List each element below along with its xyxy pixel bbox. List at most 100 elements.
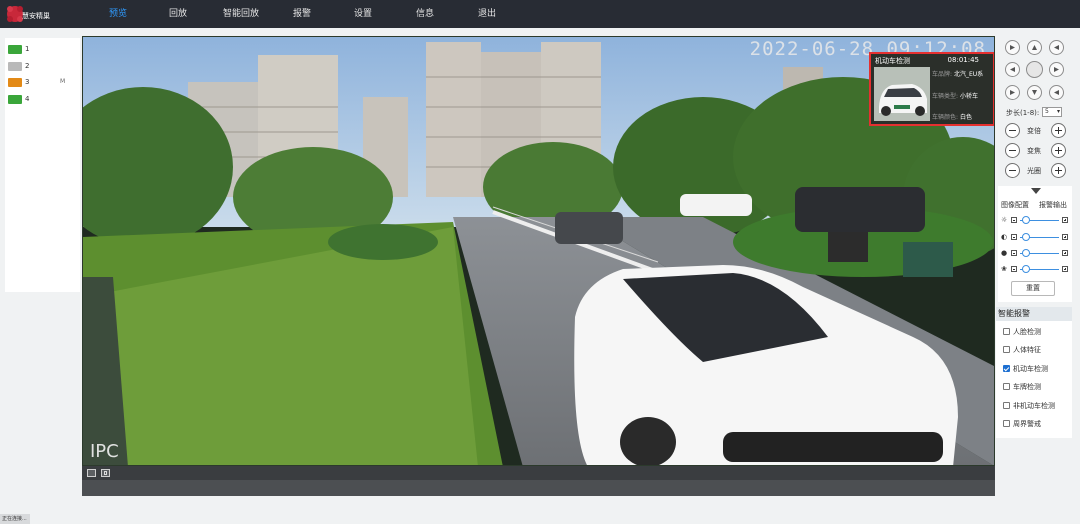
field-value: 白色	[959, 114, 972, 121]
ptz-up-right-icon[interactable]	[1049, 40, 1064, 55]
camera-icon	[8, 45, 22, 54]
brightness-icon: ☼	[1001, 216, 1008, 224]
video-frame	[83, 37, 994, 465]
increase-icon[interactable]	[1062, 266, 1068, 272]
increase-icon[interactable]	[1062, 234, 1068, 240]
nav-alarm[interactable]: 报警	[284, 0, 320, 28]
zoom-out-button[interactable]	[1005, 123, 1020, 138]
checkbox-label: 周界警戒	[1013, 420, 1041, 428]
single-window-icon[interactable]	[87, 469, 96, 477]
collapse-icon[interactable]	[1031, 188, 1041, 194]
ptz-down-left-icon[interactable]	[1005, 85, 1020, 100]
channel-list: 1 2 3 M 4	[5, 38, 80, 292]
brand-name: 慧安精巢	[22, 12, 50, 20]
channel-item[interactable]: 3 M	[8, 77, 78, 89]
live-video[interactable]: 2022-06-28 09:12:08 IPC 机动车检测 08:01:45 车…	[82, 36, 995, 466]
nav-settings[interactable]: 设置	[345, 0, 381, 28]
brand-logo: 慧安精巢	[4, 3, 64, 25]
nav-preview[interactable]: 预览	[100, 0, 136, 28]
focus-control: 变焦	[1005, 143, 1067, 159]
alarm-non-motor-detection[interactable]: 非机动车检测	[1003, 401, 1071, 413]
brightness-slider[interactable]: ☼	[1001, 215, 1071, 225]
step-label: 步长(1-8):	[1006, 109, 1040, 117]
field-value: 北汽_EU系	[953, 71, 984, 78]
channel-item[interactable]: 4	[8, 94, 78, 106]
field-value: 小轿车	[959, 93, 978, 100]
hue-icon: ❀	[1001, 265, 1007, 273]
decrease-icon[interactable]	[1011, 250, 1017, 256]
ptz-left-icon[interactable]	[1005, 62, 1020, 77]
zoom-label: 变倍	[1027, 127, 1041, 135]
slider-knob[interactable]	[1021, 265, 1030, 273]
ptz-up-left-icon[interactable]	[1005, 40, 1020, 55]
camera-icon	[8, 95, 22, 104]
vehicle-detection-box[interactable]: 机动车检测 08:01:45 车品牌: 北汽_EU系 车辆类型: 小轿车 车辆颜…	[869, 52, 994, 126]
channel-item[interactable]: 1	[8, 44, 78, 56]
contrast-slider[interactable]: ◐	[1001, 232, 1071, 242]
checkbox[interactable]	[1003, 346, 1010, 353]
slider-knob[interactable]	[1021, 216, 1030, 224]
channel-number: 1	[25, 45, 30, 53]
channel-number: 3	[25, 78, 30, 86]
checkbox[interactable]	[1003, 420, 1010, 427]
detection-title: 机动车检测	[875, 57, 910, 65]
alarm-perimeter[interactable]: 周界警戒	[1003, 419, 1071, 431]
nav-info[interactable]: 信息	[407, 0, 443, 28]
video-toolbar	[82, 466, 995, 496]
step-select[interactable]: 5	[1042, 107, 1062, 117]
alarm-face-detection[interactable]: 人脸检测	[1003, 327, 1071, 339]
iris-close-button[interactable]	[1005, 163, 1020, 178]
channel-item[interactable]: 2	[8, 61, 78, 73]
field-key: 车辆类型:	[932, 93, 959, 100]
slider-knob[interactable]	[1021, 233, 1030, 241]
checkbox-label: 车牌检测	[1013, 383, 1041, 391]
top-nav-bar: 慧安精巢 预览 回放 智能回放 报警 设置 信息 退出	[0, 0, 1080, 28]
tab-image-config[interactable]: 图像配置	[1001, 200, 1029, 210]
quad-window-icon[interactable]	[101, 469, 110, 477]
focus-far-button[interactable]	[1051, 143, 1066, 158]
checkbox[interactable]	[1003, 328, 1010, 335]
checkbox[interactable]	[1003, 365, 1010, 372]
nav-smart-playback[interactable]: 智能回放	[218, 0, 264, 28]
tab-alarm-output[interactable]: 报警输出	[1039, 200, 1067, 210]
decrease-icon[interactable]	[1011, 234, 1017, 240]
nav-logout[interactable]: 退出	[469, 0, 505, 28]
checkbox-label: 人脸检测	[1013, 328, 1041, 336]
video-toolbar-strip	[82, 466, 995, 480]
saturation-slider[interactable]: ●	[1001, 248, 1071, 258]
slider-knob[interactable]	[1021, 249, 1030, 257]
increase-icon[interactable]	[1062, 217, 1068, 223]
focus-label: 变焦	[1027, 147, 1041, 155]
checkbox[interactable]	[1003, 383, 1010, 390]
ptz-right-icon[interactable]	[1049, 62, 1064, 77]
focus-near-button[interactable]	[1005, 143, 1020, 158]
decrease-icon[interactable]	[1011, 266, 1017, 272]
video-source-label: IPC	[90, 441, 119, 462]
checkbox-label: 人体特征	[1013, 346, 1041, 354]
alarm-vehicle-detection[interactable]: 机动车检测	[1003, 364, 1071, 376]
increase-icon[interactable]	[1062, 250, 1068, 256]
status-bar: 正在连接...	[0, 514, 30, 524]
reset-button[interactable]: 重置	[1011, 281, 1055, 296]
detection-field-brand: 车品牌: 北汽_EU系	[932, 69, 983, 78]
checkbox[interactable]	[1003, 402, 1010, 409]
field-key: 车辆颜色:	[932, 114, 959, 121]
iris-control: 光圈	[1005, 163, 1067, 179]
ptz-control-panel: 步长(1-8): 5 变倍 变焦 光圈	[998, 36, 1074, 186]
ptz-down-right-icon[interactable]	[1049, 85, 1064, 100]
decrease-icon[interactable]	[1011, 217, 1017, 223]
ptz-down-icon[interactable]	[1027, 85, 1042, 100]
alarm-plate-detection[interactable]: 车牌检测	[1003, 382, 1071, 394]
saturation-icon: ●	[1001, 249, 1008, 257]
checkbox-label: 非机动车检测	[1013, 402, 1055, 410]
vehicle-thumbnail	[874, 67, 930, 121]
hue-slider[interactable]: ❀	[1001, 264, 1071, 274]
iris-open-button[interactable]	[1051, 163, 1066, 178]
alarm-body-feature[interactable]: 人体特征	[1003, 345, 1071, 357]
ptz-up-icon[interactable]	[1027, 40, 1042, 55]
contrast-icon: ◐	[1001, 233, 1008, 241]
ptz-auto-icon[interactable]	[1026, 61, 1043, 78]
camera-icon	[8, 78, 22, 87]
nav-playback[interactable]: 回放	[160, 0, 196, 28]
zoom-in-button[interactable]	[1051, 123, 1066, 138]
